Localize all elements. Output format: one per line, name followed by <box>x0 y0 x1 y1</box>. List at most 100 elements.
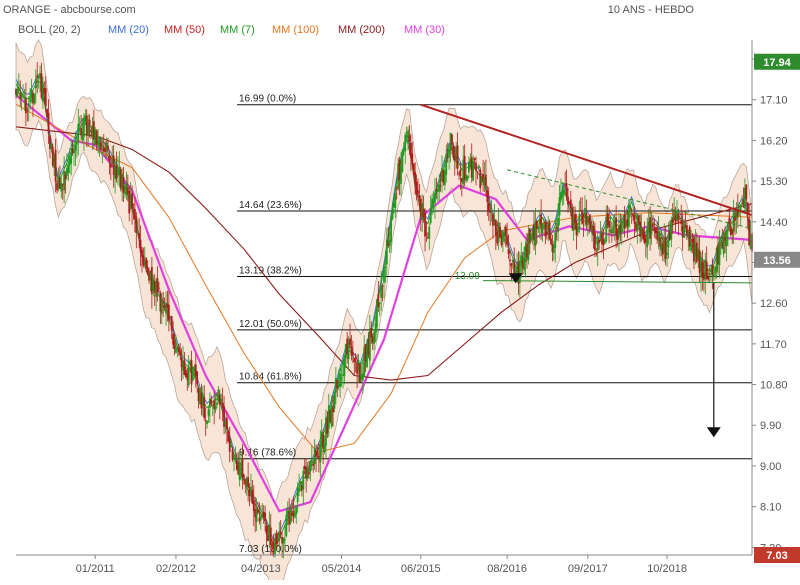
candle-body <box>122 176 125 193</box>
candle-body <box>310 459 313 462</box>
candle-body <box>708 273 711 275</box>
candle-body <box>598 239 601 243</box>
candle-body <box>732 212 735 232</box>
candle-body <box>109 164 112 168</box>
price-flag-label: 13.56 <box>763 255 791 267</box>
candle-body <box>417 190 419 194</box>
candle-body <box>299 481 302 485</box>
candle-body <box>425 233 428 235</box>
candle-body <box>581 211 584 224</box>
candle-body <box>349 338 351 346</box>
fib-level-label: 12.01 (50.0%) <box>239 319 302 330</box>
candle-body <box>711 264 714 275</box>
candle-body <box>633 215 636 224</box>
candle-body <box>489 211 492 213</box>
y-tick-label: 9.00 <box>760 461 781 473</box>
candle-body <box>574 213 576 223</box>
candle-body <box>567 196 569 205</box>
candle-body <box>678 217 681 219</box>
candle-body <box>142 255 145 266</box>
candle-body <box>319 444 322 463</box>
candle-body <box>390 217 392 243</box>
price-flag-label: 7.03 <box>766 550 787 562</box>
candle-body <box>170 316 173 331</box>
candle-body <box>138 232 141 239</box>
candle-body <box>593 232 596 251</box>
candle-body <box>23 97 26 99</box>
candle-body <box>456 145 459 169</box>
candle-body <box>63 171 66 191</box>
candle-body <box>257 509 259 513</box>
price-flag: 13.56 <box>754 251 800 268</box>
candle-body <box>136 231 139 233</box>
candle-body <box>340 377 343 379</box>
candle-body <box>108 156 111 162</box>
candle-body <box>29 98 32 102</box>
candle-body <box>378 302 381 305</box>
candle-body <box>473 158 476 161</box>
candle-body <box>509 259 511 262</box>
candle-body <box>26 109 29 111</box>
candle-body <box>146 266 149 274</box>
candle-body <box>167 304 170 321</box>
candle-body <box>282 537 285 544</box>
candle-body <box>192 368 194 381</box>
y-tick-label: 14.40 <box>760 217 788 229</box>
candle-body <box>620 220 623 234</box>
y-tick-label: 11.70 <box>760 339 787 351</box>
candle-body <box>34 78 37 89</box>
candle-body <box>391 208 394 220</box>
candle-body <box>33 93 36 104</box>
chart-period: 10 ANS - HEBDO <box>608 4 695 16</box>
x-tick-label: 10/2018 <box>647 563 687 575</box>
candle-body <box>308 472 310 475</box>
candle-body <box>541 223 544 234</box>
candle-body <box>680 219 683 225</box>
candle-body <box>354 357 357 360</box>
candle-body <box>582 220 585 222</box>
candle-body <box>411 153 414 164</box>
candle-body <box>284 539 286 541</box>
candle-body <box>101 152 104 155</box>
candle-body <box>518 260 521 283</box>
candle-body <box>216 402 218 406</box>
candle-body <box>486 190 489 203</box>
candle-body <box>145 258 148 268</box>
candle-body <box>265 525 268 535</box>
candle-body <box>446 157 449 159</box>
y-tick-label: 9.90 <box>760 420 781 432</box>
fib-level-label: 13.19 (38.2%) <box>239 266 302 277</box>
candle-body <box>475 162 477 171</box>
candle-body <box>230 445 233 447</box>
candle-body <box>333 391 336 409</box>
candle-body <box>588 217 591 223</box>
candle-body <box>666 252 668 255</box>
candle-body <box>428 226 431 239</box>
candle-body <box>705 261 708 279</box>
candle-body <box>25 98 27 114</box>
candle-body <box>88 119 91 126</box>
candle-body <box>722 232 725 254</box>
candle-body <box>160 298 163 314</box>
x-tick-label: 06/2015 <box>401 563 441 575</box>
candle-body <box>234 455 237 461</box>
candle-body <box>285 514 288 536</box>
candle-body <box>459 169 462 176</box>
fib-level-label: 10.84 (61.8%) <box>239 372 302 383</box>
price-flag: 17.94 <box>754 53 800 70</box>
candle-body <box>135 216 138 233</box>
candle-body <box>67 164 70 173</box>
support-label: 13.09 <box>455 271 480 282</box>
candle-body <box>579 210 582 212</box>
legend-item: BOLL (20, 2) <box>18 24 81 36</box>
chart-title: ORANGE - abcbourse.com <box>3 4 136 16</box>
candle-body <box>424 212 426 237</box>
candle-body <box>408 135 411 142</box>
candle-body <box>295 507 298 515</box>
candle-body <box>75 140 78 145</box>
candle-body <box>275 533 278 545</box>
candle-body <box>309 460 312 472</box>
candle-body <box>210 399 213 405</box>
candle-body <box>373 332 375 345</box>
candle-body <box>259 516 262 520</box>
